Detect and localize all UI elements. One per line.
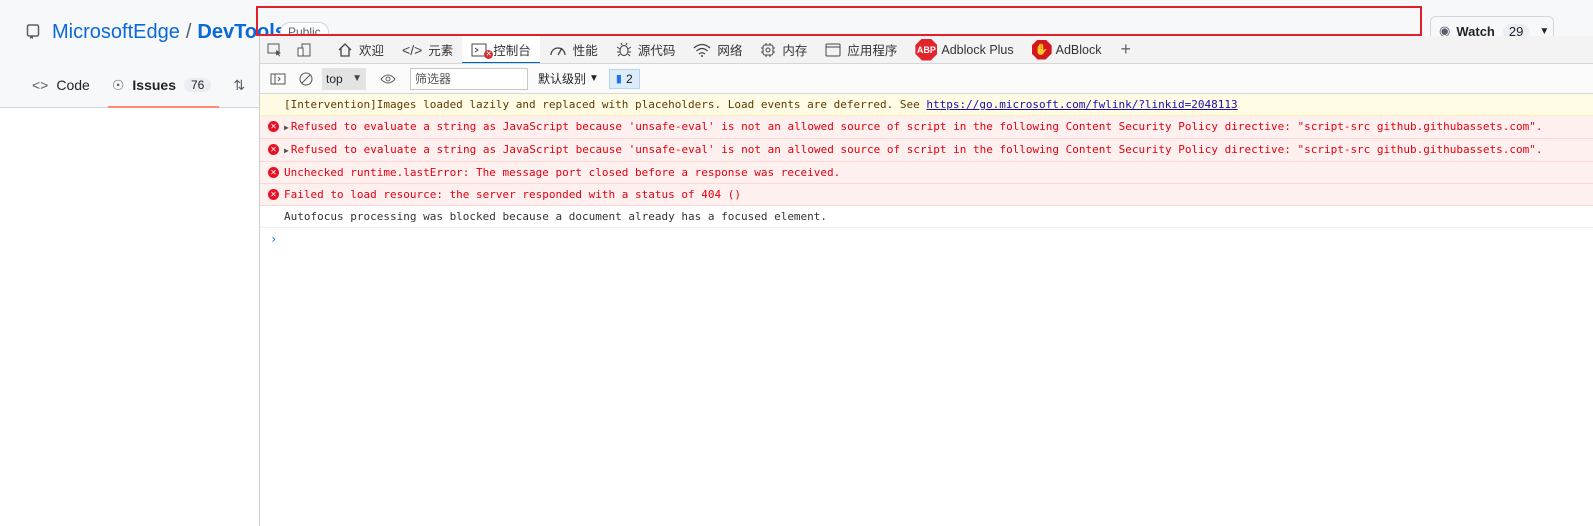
error-icon: ✕ [268,167,279,178]
issues-count: 76 [183,78,212,92]
abp-icon: ABP [915,38,938,61]
tab-issues-label: Issues [132,77,176,93]
message-text: Refused to evaluate a string as JavaScri… [290,120,1543,133]
issues-counter-button[interactable]: ▮ 2 [608,68,640,89]
tab-application-label: 应用程序 [847,44,898,58]
application-icon [825,43,841,57]
console-toolbar: top ▼ 默认级别 ▼ ▮ 2 [260,64,1593,94]
tab-application[interactable]: 应用程序 [816,36,906,63]
expand-triangle-icon[interactable]: ▶ [284,146,289,155]
tab-issues[interactable]: ☉ Issues 76 [107,70,219,108]
tab-welcome-label: 欢迎 [359,44,385,58]
tab-memory[interactable]: 内存 [751,36,816,63]
tab-console[interactable]: ✕ 控制台 [462,36,540,63]
tab-elements[interactable]: </> 元素 [393,36,462,63]
console-messages: [Intervention]Images loaded lazily and r… [260,94,1593,250]
log-level-select[interactable]: 默认级别 ▼ [538,70,599,87]
tab-elements-label: 元素 [428,44,454,58]
tab-adblock-plus[interactable]: ABP Adblock Plus [906,36,1022,63]
tab-pull-requests[interactable]: ⇅ [233,70,253,100]
code-icon: <> [32,77,49,93]
repo-nav-tabs: <> Code ☉ Issues 76 ⇅ [32,70,275,108]
tab-memory-label: 内存 [782,44,808,58]
pull-request-icon: ⇅ [233,76,246,93]
code-icon: </> [402,41,423,58]
tab-code[interactable]: <> Code [32,70,90,100]
memory-icon [760,42,776,58]
error-badge-icon: ✕ [484,50,494,59]
message-link[interactable]: https://go.microsoft.com/fwlink/?linkid=… [926,98,1237,111]
device-emulation-icon[interactable] [290,36,320,63]
message-icon: ▮ [615,73,622,85]
adblock-icon: ✋ [1031,39,1052,60]
repo-owner-link[interactable]: MicrosoftEdge [52,21,180,44]
tab-network[interactable]: 网络 [684,36,751,63]
tab-adblock-plus-label: Adblock Plus [941,42,1014,57]
inspect-element-icon[interactable] [260,36,290,63]
repo-separator: / [185,20,192,43]
console-message: ✕ Unchecked runtime.lastError: The messa… [260,162,1593,184]
tab-performance-label: 性能 [572,44,598,58]
clear-console-icon[interactable] [292,67,320,91]
message-text: Failed to load resource: the server resp… [284,188,741,201]
filter-input[interactable] [410,67,528,90]
home-icon [337,42,353,57]
message-text: Unchecked runtime.lastError: The message… [284,166,841,179]
tab-adblock[interactable]: ✋ AdBlock [1023,36,1111,63]
issues-count: 2 [625,71,633,86]
expand-triangle-icon[interactable]: ▶ [284,123,289,132]
live-expression-eye-icon[interactable] [374,67,402,91]
error-icon: ✕ [268,189,279,200]
tab-adblock-label: AdBlock [1055,42,1102,57]
console-message: Autofocus processing was blocked because… [260,206,1593,228]
error-icon: ✕ [268,121,279,132]
console-prompt[interactable]: › [260,228,1593,250]
context-select[interactable]: top ▼ [322,67,366,90]
wifi-icon [693,43,711,57]
tab-sources[interactable]: 源代码 [607,36,685,63]
chevron-down-icon: ▼ [352,73,362,84]
console-message[interactable]: ✕ ▶ Refused to evaluate a string as JavaS… [260,139,1593,162]
console-message: [Intervention]Images loaded lazily and r… [260,94,1593,116]
tab-sources-label: 源代码 [637,44,676,58]
console-message[interactable]: ✕ ▶ Refused to evaluate a string as JavaS… [260,116,1593,139]
bug-icon [616,42,632,57]
sidebar-toggle-icon[interactable] [264,67,292,91]
add-tool-plus-icon[interactable]: + [1111,36,1142,63]
repo-icon [26,24,40,39]
devtools-panel: 欢迎 </> 元素 ✕ 控制台 性能 源代码 网络 内存 应用程序 ABP Ad… [259,36,1593,526]
tab-performance[interactable]: 性能 [540,36,607,63]
devtools-tab-bar: 欢迎 </> 元素 ✕ 控制台 性能 源代码 网络 内存 应用程序 ABP Ad… [260,36,1593,64]
error-icon: ✕ [268,144,279,155]
console-message: ✕ Failed to load resource: the server re… [260,184,1593,206]
tab-network-label: 网络 [717,44,743,58]
repo-title: MicrosoftEdge / DevTools [26,18,286,46]
message-text: Autofocus processing was blocked because… [284,210,828,223]
tab-code-label: Code [56,77,90,93]
issues-icon: ☉ [111,76,125,93]
chevron-down-icon: ▼ [589,73,599,84]
tab-welcome[interactable]: 欢迎 [328,36,393,63]
log-level-value: 默认级别 [538,72,587,86]
performance-icon [549,43,567,57]
prompt-chevron-icon: › [270,232,278,246]
context-value: top [326,71,343,86]
tab-console-label: 控制台 [493,44,531,58]
message-text: Refused to evaluate a string as JavaScri… [290,143,1543,156]
message-text: [Intervention]Images loaded lazily and r… [284,98,927,111]
chevron-down-icon: ▼ [1539,25,1550,37]
